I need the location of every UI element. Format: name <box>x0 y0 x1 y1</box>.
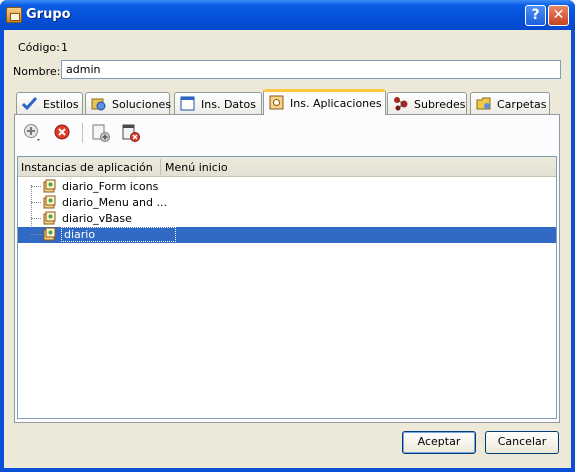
tree-connector <box>31 234 41 235</box>
tab-soluciones[interactable]: Soluciones <box>85 92 172 114</box>
add-icon[interactable] <box>23 123 43 143</box>
toolbar-separator <box>82 123 83 143</box>
table-row[interactable]: diario_Menu and ... <box>18 195 556 211</box>
app-instance-icon <box>43 211 56 225</box>
table-row-selected[interactable]: diario <box>18 227 556 243</box>
app-instance-icon <box>43 227 56 241</box>
app-instance-icon <box>43 195 56 209</box>
checkmark-icon <box>22 96 37 111</box>
tab-label: Ins. Datos <box>201 98 256 111</box>
column-header-instancias[interactable]: Instancias de aplicación <box>21 161 153 174</box>
nombre-input[interactable]: admin <box>61 60 561 79</box>
tab-label: Ins. Aplicaciones <box>290 97 382 110</box>
tree-connector <box>31 186 41 187</box>
tab-subredes[interactable]: Subredes <box>387 92 467 114</box>
solutions-icon <box>91 98 106 111</box>
tab-estilos[interactable]: Estilos <box>16 92 83 114</box>
group-window-icon <box>6 7 22 23</box>
window-title: Grupo <box>26 7 71 22</box>
table-row[interactable]: diario_Form icons <box>18 179 556 195</box>
tab-carpetas[interactable]: Carpetas <box>470 92 550 114</box>
title-bar[interactable]: Grupo ? ✕ <box>0 0 575 30</box>
tab-panel: Instancias de aplicación Menú inicio dia… <box>14 114 560 423</box>
tab-ins-datos[interactable]: Ins. Datos <box>174 92 262 114</box>
add-item-icon[interactable] <box>91 123 111 143</box>
delete-item-icon[interactable] <box>121 123 141 143</box>
instance-name: diario_Form icons <box>62 180 159 193</box>
app-instance-icon <box>269 95 284 110</box>
folder-icon <box>476 97 491 110</box>
instance-name: diario <box>61 227 176 242</box>
cancel-button[interactable]: Cancelar <box>485 431 559 454</box>
help-button[interactable]: ? <box>525 5 546 26</box>
column-divider[interactable] <box>160 159 161 175</box>
app-instance-icon <box>43 179 56 193</box>
remove-icon[interactable] <box>52 123 72 143</box>
tab-label: Carpetas <box>497 98 547 111</box>
codigo-value: 1 <box>61 41 68 54</box>
close-button[interactable]: ✕ <box>548 5 569 26</box>
instance-name: diario_vBase <box>62 212 132 225</box>
table-header: Instancias de aplicación Menú inicio <box>18 157 556 177</box>
column-header-menu-inicio[interactable]: Menú inicio <box>165 161 228 174</box>
tab-label: Estilos <box>43 98 79 111</box>
dialog-window: Grupo ? ✕ Código: 1 Nombre: admin Estilo… <box>0 0 575 472</box>
instance-name: diario_Menu and ... <box>62 196 167 209</box>
accept-button[interactable]: Aceptar <box>402 431 476 454</box>
tree-connector <box>31 218 41 219</box>
nombre-label: Nombre: <box>13 65 61 78</box>
codigo-label: Código: <box>18 41 60 54</box>
tab-ins-aplicaciones[interactable]: Ins. Aplicaciones <box>263 89 386 115</box>
network-icon <box>394 97 408 111</box>
toolbar <box>15 115 559 151</box>
window-icon <box>180 96 195 111</box>
app-instances-table: Instancias de aplicación Menú inicio dia… <box>17 156 557 419</box>
dialog-body: Código: 1 Nombre: admin Estilos Solucion… <box>4 30 571 468</box>
table-row[interactable]: diario_vBase <box>18 211 556 227</box>
tab-label: Soluciones <box>112 98 172 111</box>
tree-connector <box>31 202 41 203</box>
tab-label: Subredes <box>414 98 466 111</box>
